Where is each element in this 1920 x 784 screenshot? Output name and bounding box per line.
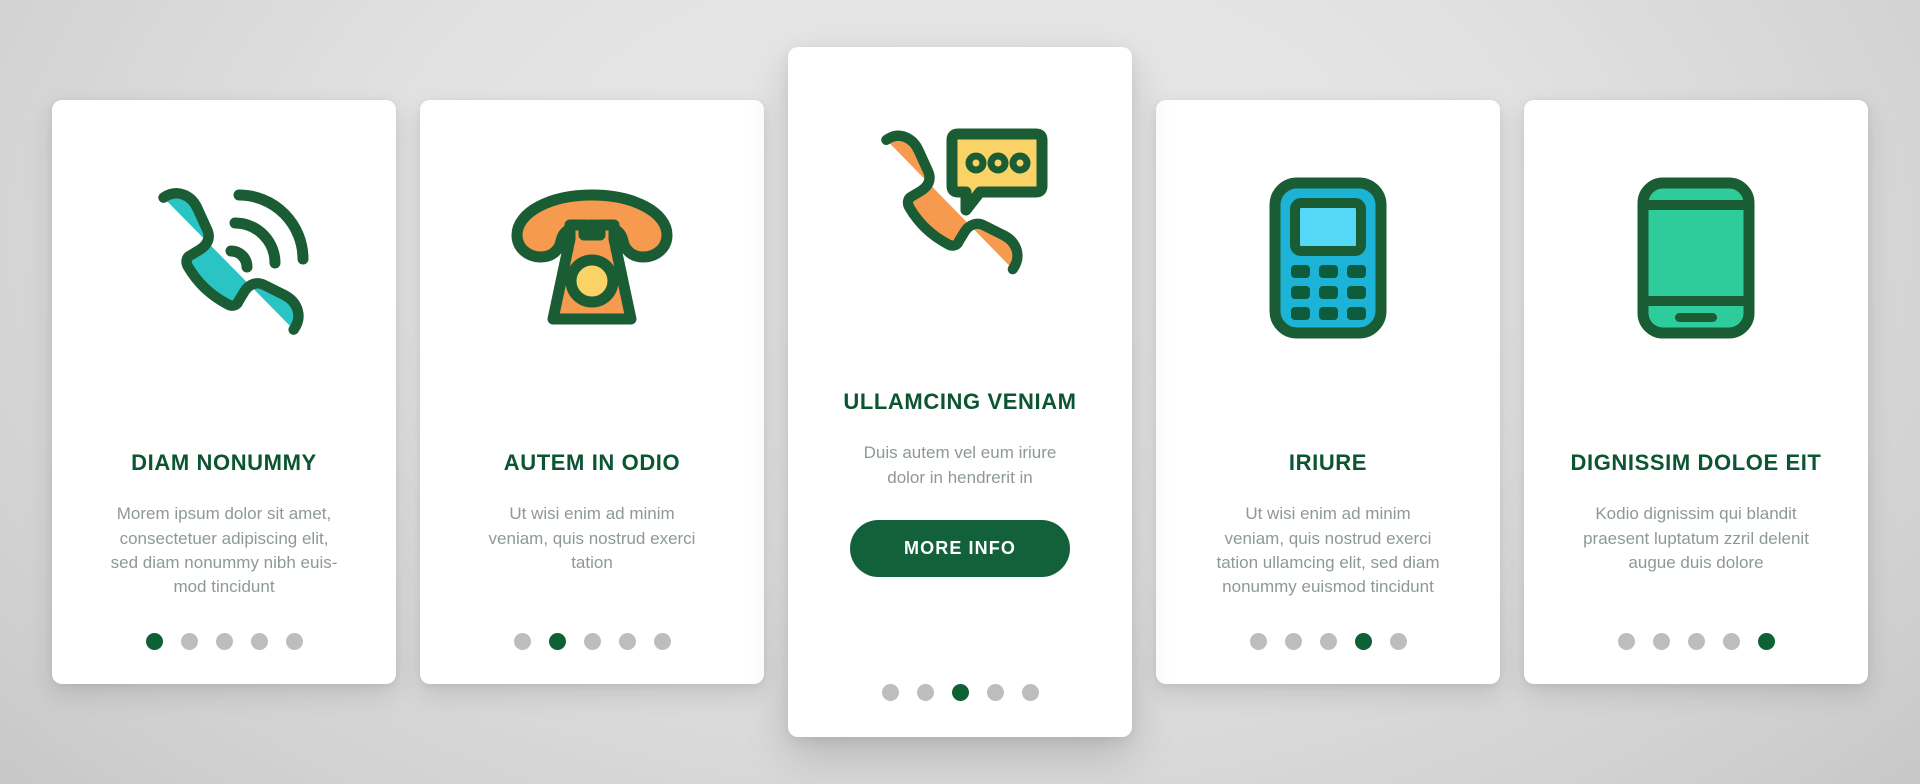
pagination-dot[interactable] (1021, 684, 1039, 701)
pagination-dot[interactable] (1617, 633, 1635, 650)
pagination-dots[interactable] (788, 684, 1132, 701)
pagination-dot[interactable] (1652, 633, 1670, 650)
pagination-dots[interactable] (1524, 633, 1868, 650)
pagination-dot[interactable] (215, 633, 233, 650)
more-info-button[interactable]: MORE INFO (850, 519, 1070, 577)
smartphone-icon (1524, 162, 1868, 352)
pagination-dot[interactable] (1389, 633, 1407, 650)
onboarding-card-1[interactable]: DIAM NONUMMY Morem ipsum dolor sit amet,… (52, 100, 396, 684)
pagination-dot[interactable] (1319, 633, 1337, 650)
onboarding-card-2[interactable]: AUTEM IN ODIO Ut wisi enim ad minim veni… (420, 100, 764, 684)
pagination-dots[interactable] (420, 633, 764, 650)
card-title: DIAM NONUMMY (131, 450, 317, 475)
pagination-dot[interactable] (916, 684, 934, 701)
onboarding-card-4[interactable]: IRIURE Ut wisi enim ad minim veniam, qui… (1156, 100, 1500, 684)
pagination-dot[interactable] (1354, 633, 1372, 650)
card-body: Ut wisi enim ad minim veniam, quis nostr… (488, 504, 696, 572)
pagination-dot[interactable] (285, 633, 303, 650)
card-title: DIGNISSIM DOLOE EIT (1570, 450, 1822, 475)
pagination-dot[interactable] (1687, 633, 1705, 650)
card-body: Morem ipsum dolor sit amet, consectetuer… (110, 504, 338, 596)
pagination-dot[interactable] (180, 633, 198, 650)
phone-ringing-icon (52, 162, 396, 352)
card-body: Duis autem vel eum iriure dolor in hendr… (863, 443, 1057, 487)
pagination-dot[interactable] (618, 633, 636, 650)
pagination-dots[interactable] (52, 633, 396, 650)
card-title: ULLAMCING VENIAM (843, 389, 1077, 414)
pagination-dot[interactable] (951, 684, 969, 701)
pagination-dot[interactable] (513, 633, 531, 650)
pagination-dot[interactable] (548, 633, 566, 650)
onboarding-card-5[interactable]: DIGNISSIM DOLOE EIT Kodio dignissim qui … (1524, 100, 1868, 684)
pagination-dot[interactable] (1249, 633, 1267, 650)
pagination-dot[interactable] (986, 684, 1004, 701)
rotary-phone-icon (420, 162, 764, 352)
pagination-dot[interactable] (250, 633, 268, 650)
pagination-dot[interactable] (653, 633, 671, 650)
feature-phone-icon (1156, 162, 1500, 352)
pagination-dot[interactable] (1284, 633, 1302, 650)
pagination-dots[interactable] (1156, 633, 1500, 650)
card-title: IRIURE (1288, 450, 1368, 475)
card-body: Kodio dignissim qui blandit praesent lup… (1583, 504, 1809, 572)
phone-chat-icon (788, 107, 1132, 297)
onboarding-card-3[interactable]: ULLAMCING VENIAM Duis autem vel eum iriu… (788, 47, 1132, 737)
pagination-dot[interactable] (1757, 633, 1775, 650)
pagination-dot[interactable] (583, 633, 601, 650)
card-body: Ut wisi enim ad minim veniam, quis nostr… (1216, 504, 1440, 596)
onboarding-card-stage: DIAM NONUMMY Morem ipsum dolor sit amet,… (0, 0, 1920, 784)
pagination-dot[interactable] (145, 633, 163, 650)
pagination-dot[interactable] (1722, 633, 1740, 650)
card-title: AUTEM IN ODIO (503, 450, 681, 475)
pagination-dot[interactable] (881, 684, 899, 701)
